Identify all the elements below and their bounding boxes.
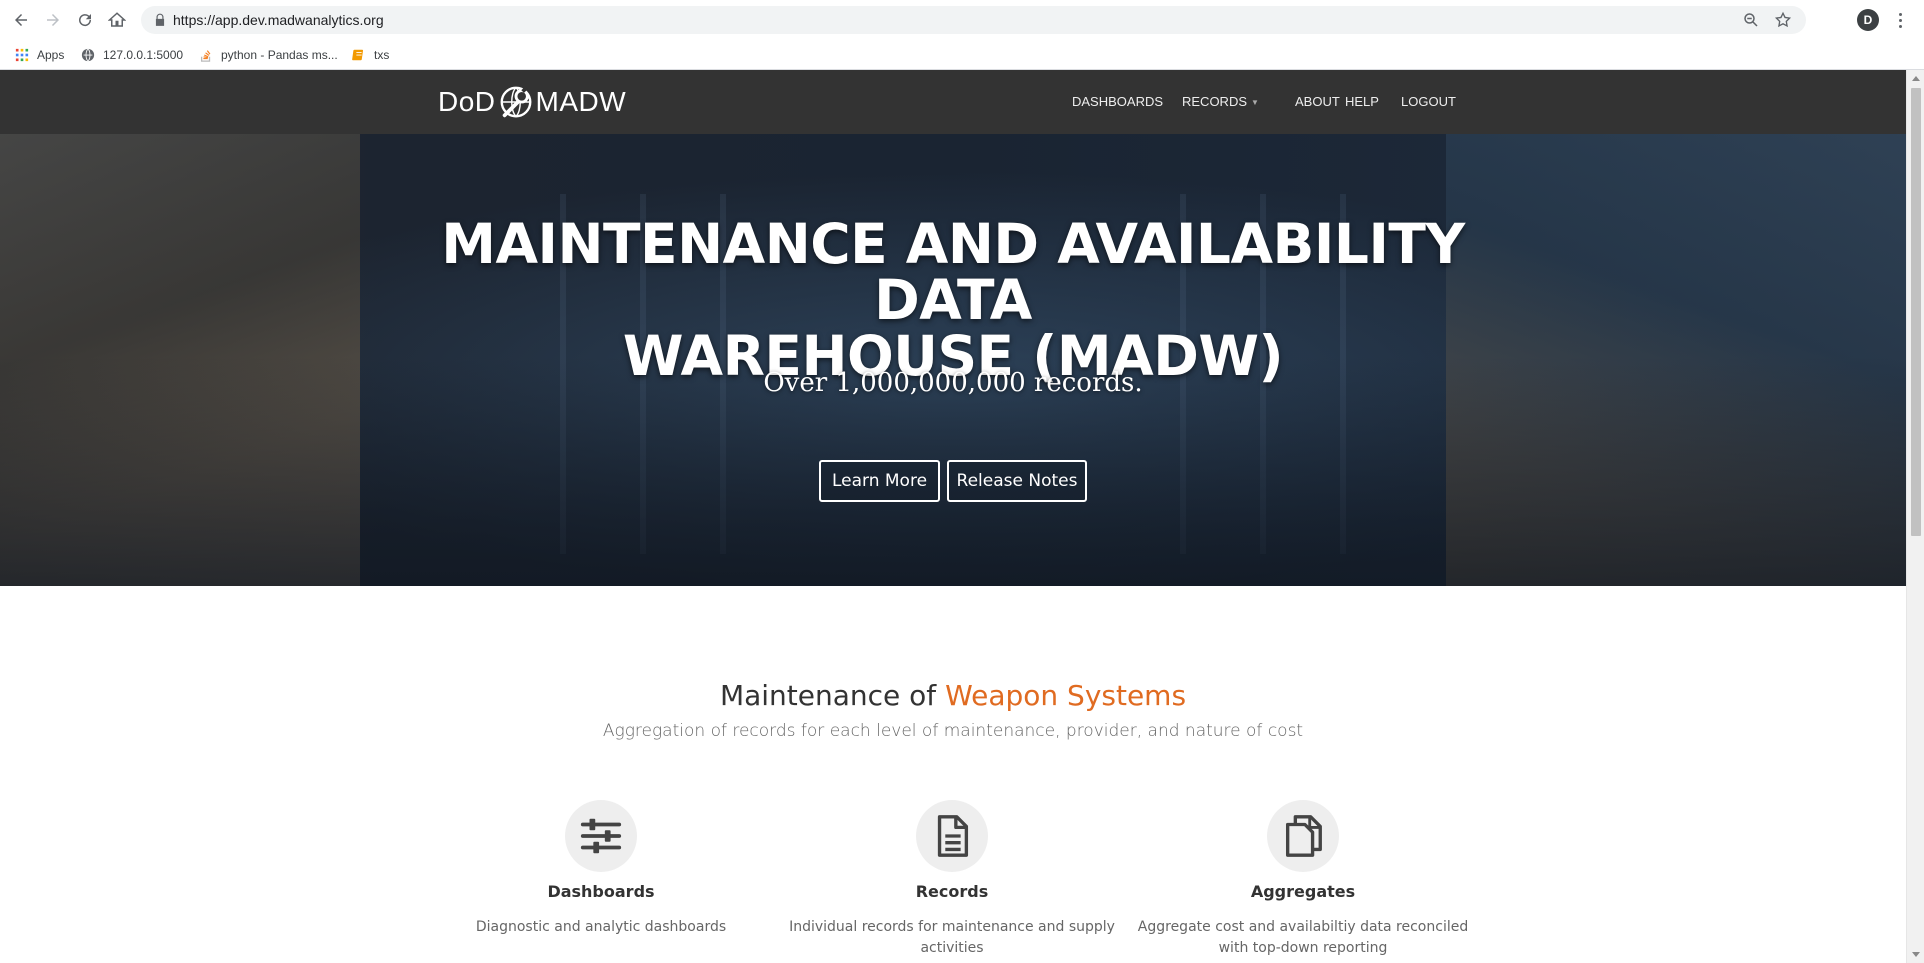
url-text: https://app.dev.madwanalytics.org <box>173 12 384 28</box>
copy-icon <box>1285 815 1322 857</box>
reload-icon <box>79 14 92 27</box>
hero-subtitle: Over 1,000,000,000 records. <box>763 368 1143 398</box>
section-title-accent: Weapon Systems <box>945 679 1187 712</box>
feature-dashboards[interactable]: Dashboards Diagnostic and analytic dashb… <box>431 800 771 938</box>
arrow-left-icon <box>15 14 27 26</box>
section-subtitle: Aggregation of records for each level of… <box>602 721 1304 741</box>
profile-avatar[interactable]: D <box>1857 9 1879 31</box>
globe-icon <box>80 47 96 63</box>
brand-logo[interactable]: DoD MADW <box>438 84 626 120</box>
bookmark-label: Apps <box>37 48 65 62</box>
learn-more-button[interactable]: Learn More <box>819 460 940 502</box>
feature-title: Records <box>915 882 989 901</box>
star-icon[interactable] <box>1774 11 1792 29</box>
feature-icon-circle <box>916 800 988 872</box>
bookmark-localhost[interactable]: 127.0.0.1:5000 <box>80 46 183 64</box>
feature-description: Diagnostic and analytic dashboards <box>475 919 727 935</box>
feature-description: Individual records for maintenance and s… <box>789 919 1115 956</box>
page-scrollbar[interactable] <box>1906 70 1924 963</box>
arrow-right-icon <box>47 14 59 26</box>
hero-banner: MAINTENANCE AND AVAILABILITY DATA WAREHO… <box>0 134 1906 586</box>
scroll-down-arrow-icon[interactable] <box>1912 952 1920 957</box>
scroll-up-arrow-icon[interactable] <box>1912 76 1920 81</box>
browser-toolbar: https://app.dev.madwanalytics.org D <box>0 0 1924 40</box>
document-icon <box>937 815 969 857</box>
bookmark-label: python - Pandas ms... <box>221 48 338 62</box>
hero-title-line1: MAINTENANCE AND AVAILABILITY DATA <box>441 212 1465 332</box>
back-button[interactable] <box>9 8 33 32</box>
feature-description: Aggregate cost and availabiltiy data rec… <box>1137 919 1469 956</box>
bookmark-label: 127.0.0.1:5000 <box>103 48 184 62</box>
section-title: Maintenance of Weapon Systems <box>553 679 1353 712</box>
stackoverflow-icon <box>198 47 214 63</box>
brand-text-left: DoD <box>438 86 496 117</box>
nav-records-label: RECORDS <box>1182 94 1248 109</box>
sliders-icon <box>580 818 622 854</box>
zoom-icon[interactable] <box>1742 11 1760 29</box>
address-bar[interactable]: https://app.dev.madwanalytics.org <box>141 6 1806 34</box>
feature-icon-circle <box>1267 800 1339 872</box>
nav-about[interactable]: ABOUT <box>1295 94 1340 109</box>
scrollbar-thumb[interactable] <box>1911 88 1921 536</box>
hero-title: MAINTENANCE AND AVAILABILITY DATA WAREHO… <box>403 216 1503 384</box>
home-icon <box>108 12 126 27</box>
bookmark-apps[interactable]: Apps <box>14 46 64 64</box>
forward-button[interactable] <box>41 8 65 32</box>
bookmark-txs[interactable]: txs <box>351 46 389 64</box>
browser-menu-icon[interactable] <box>1894 9 1906 31</box>
reload-button[interactable] <box>73 8 97 32</box>
bookmark-stackoverflow[interactable]: python - Pandas ms... <box>198 46 338 64</box>
bookmark-label: txs <box>374 48 390 62</box>
lock-icon <box>155 13 165 26</box>
nav-help[interactable]: HELP <box>1345 94 1379 109</box>
nav-dashboards[interactable]: DASHBOARDS <box>1072 94 1163 109</box>
section-title-prefix: Maintenance of <box>719 679 937 712</box>
chevron-down-icon: ▼ <box>1251 98 1259 108</box>
wrench-globe-icon <box>500 86 531 118</box>
nav-records[interactable]: RECORDS ▼ <box>1182 94 1259 109</box>
feature-title: Aggregates <box>1250 882 1356 901</box>
home-button[interactable] <box>105 8 129 32</box>
browser-chrome: https://app.dev.madwanalytics.org D Apps… <box>0 0 1924 70</box>
feature-icon-circle <box>565 800 637 872</box>
feature-aggregates[interactable]: Aggregates Aggregate cost and availabilt… <box>1133 800 1473 959</box>
apps-grid-icon <box>14 47 30 63</box>
bookmarks-bar: Apps 127.0.0.1:5000 python - Pandas ms..… <box>0 40 1924 70</box>
feature-title: Dashboards <box>547 882 655 901</box>
site-navbar: DoD MADW DASHBOARDS RECORDS ▼ ABOUT HELP … <box>0 70 1906 134</box>
release-notes-button[interactable]: Release Notes <box>947 460 1087 502</box>
nav-logout[interactable]: LOGOUT <box>1401 94 1456 109</box>
brand-text-right: MADW <box>535 86 627 117</box>
book-icon <box>351 47 367 63</box>
feature-records[interactable]: Records Individual records for maintenan… <box>782 800 1122 959</box>
